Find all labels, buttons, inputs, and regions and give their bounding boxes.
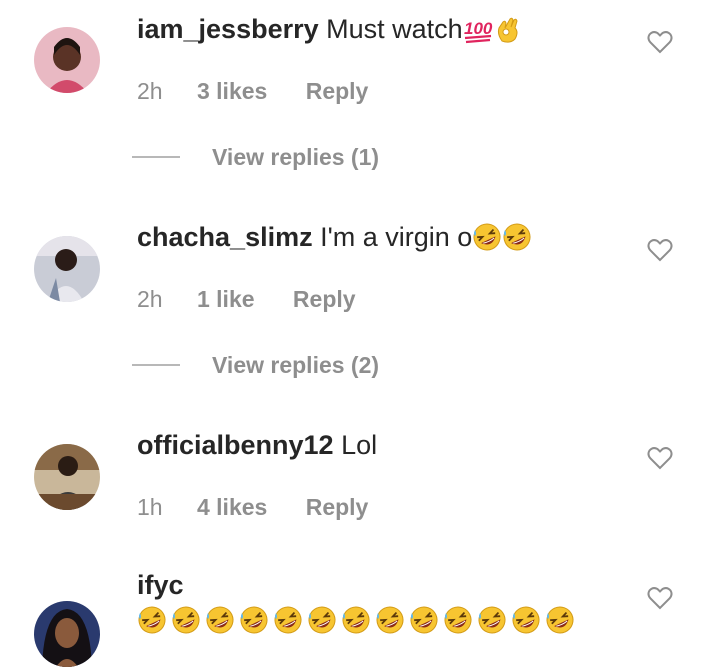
comment-text-line: iam_jessberry Must watch 100 xyxy=(137,12,523,46)
comment-meta: 1h 4 likes Reply xyxy=(137,493,368,521)
heart-outline-icon[interactable] xyxy=(647,446,673,470)
hundred-points-emoji: 100 xyxy=(463,14,493,44)
comment-text: Must watch xyxy=(326,14,463,44)
rofl-emoji xyxy=(375,605,405,635)
divider xyxy=(132,363,180,366)
rofl-emoji xyxy=(171,605,201,635)
avatar[interactable] xyxy=(34,27,100,93)
view-replies-label: View replies (2) xyxy=(212,352,380,378)
rofl-emoji xyxy=(137,605,167,635)
emoji-row xyxy=(137,605,579,635)
view-replies-button[interactable]: View replies (1) xyxy=(132,143,379,171)
heart-outline-icon[interactable] xyxy=(647,586,673,610)
reply-button[interactable]: Reply xyxy=(293,285,356,313)
comment-likes[interactable]: 1 like xyxy=(197,285,255,313)
rofl-emoji xyxy=(511,605,541,635)
comment-username[interactable]: iam_jessberry xyxy=(137,14,319,44)
rofl-emoji xyxy=(239,605,269,635)
comment-text-line: officialbenny12 Lol xyxy=(137,428,377,462)
comment-time: 1h xyxy=(137,494,163,520)
avatar[interactable] xyxy=(34,444,100,510)
comment-username[interactable]: officialbenny12 xyxy=(137,430,334,460)
avatar[interactable] xyxy=(34,601,100,667)
comment-time: 2h xyxy=(137,78,163,104)
ok-hand-emoji xyxy=(493,14,523,44)
comment-likes[interactable]: 4 likes xyxy=(197,493,267,521)
rofl-emoji xyxy=(443,605,473,635)
view-replies-label: View replies (1) xyxy=(212,144,380,170)
comment-text-line: chacha_slimz I'm a virgin o xyxy=(137,220,532,254)
rofl-emoji xyxy=(273,605,303,635)
reply-button[interactable]: Reply xyxy=(306,493,369,521)
rofl-emoji xyxy=(472,222,502,252)
comment-time: 2h xyxy=(137,286,163,312)
heart-outline-icon[interactable] xyxy=(647,238,673,262)
comment-meta: 2h 3 likes Reply xyxy=(137,77,368,105)
reply-button[interactable]: Reply xyxy=(306,77,369,105)
view-replies-button[interactable]: View replies (2) xyxy=(132,351,379,379)
comment-meta: 2h 1 like Reply xyxy=(137,285,356,313)
comment-text-line: ifyc xyxy=(137,568,184,602)
comment-likes[interactable]: 3 likes xyxy=(197,77,267,105)
heart-outline-icon[interactable] xyxy=(647,30,673,54)
comment-text: I'm a virgin o xyxy=(320,222,473,252)
rofl-emoji xyxy=(205,605,235,635)
comment-username[interactable]: chacha_slimz xyxy=(137,222,313,252)
rofl-emoji xyxy=(502,222,532,252)
avatar[interactable] xyxy=(34,236,100,302)
comment-text: Lol xyxy=(341,430,378,460)
rofl-emoji xyxy=(477,605,507,635)
rofl-emoji xyxy=(307,605,337,635)
rofl-emoji xyxy=(545,605,575,635)
divider xyxy=(132,155,180,158)
comment-username[interactable]: ifyc xyxy=(137,570,184,600)
rofl-emoji xyxy=(409,605,439,635)
rofl-emoji xyxy=(341,605,371,635)
